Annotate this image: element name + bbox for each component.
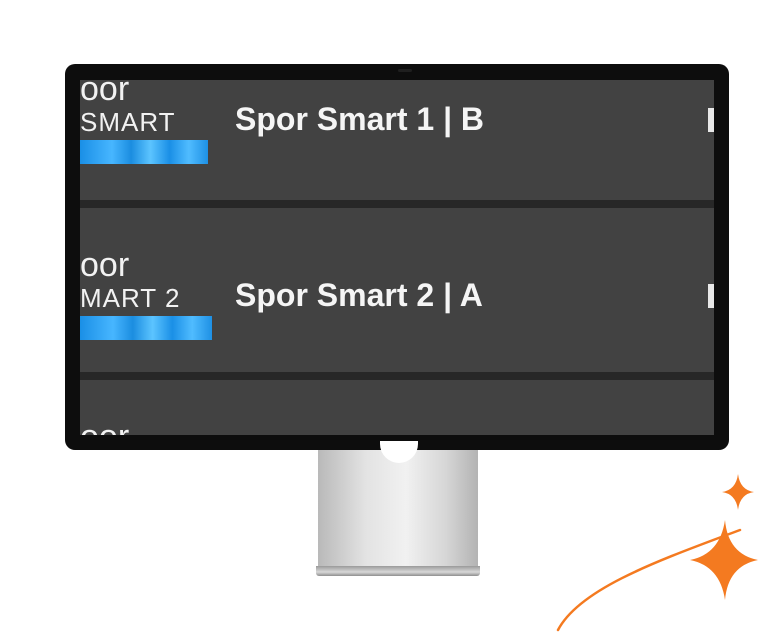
channel-logo: oor SMART [80, 80, 220, 200]
logo-bar [80, 140, 208, 164]
logo-text-main: SMART [80, 107, 176, 137]
channel-row[interactable]: oor SMART Spor Smart 1 | B [80, 80, 714, 200]
channel-name: Spor Smart 1 | B [235, 101, 485, 137]
cut-off-text [708, 108, 714, 132]
logo-text-top: oor [80, 246, 130, 284]
channel-row[interactable]: oor MART 2 Spor Smart 2 | A [80, 208, 714, 376]
logo-bar [80, 316, 212, 340]
channel-row[interactable]: oor [80, 380, 714, 435]
logo-text-main: MART 2 [80, 283, 181, 313]
row-divider [80, 372, 714, 380]
logo-text-top: oor [80, 80, 130, 108]
sparkle-star-icon [556, 474, 758, 632]
camera-icon [398, 69, 412, 72]
channel-logo: oor [80, 380, 220, 435]
row-divider [80, 200, 714, 208]
channel-logo: oor MART 2 [80, 208, 220, 376]
cut-off-text [708, 284, 714, 308]
monitor-stand-base [316, 566, 480, 576]
channel-name: Spor Smart 2 | A [235, 277, 483, 313]
channel-list[interactable]: oor SMART Spor Smart 1 | B oor MART 2 Sp… [80, 80, 714, 435]
logo-text-top: oor [80, 420, 129, 435]
monitor-stand [318, 450, 478, 568]
